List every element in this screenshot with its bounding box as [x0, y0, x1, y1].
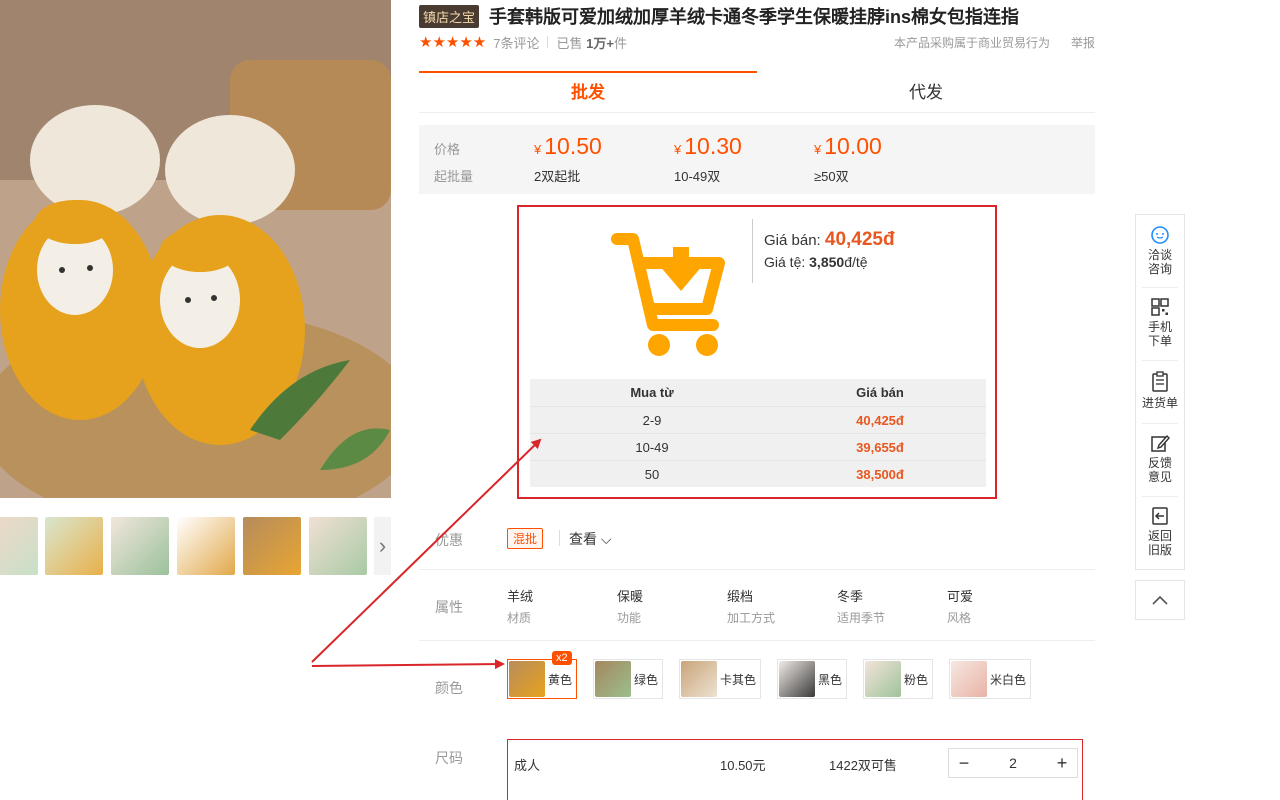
view-promo-link[interactable]: 查看 ⌵: [569, 529, 612, 549]
promo-label: 优惠: [435, 532, 463, 548]
thumbnail[interactable]: [243, 517, 301, 575]
cart-download-icon[interactable]: [611, 227, 726, 357]
back-icon: [1152, 507, 1168, 525]
attribute-item: 冬季 适用季节: [837, 589, 886, 625]
price-tier: ¥10.30 10-49双: [674, 133, 742, 184]
arrow-to-color-swatch: [311, 659, 505, 670]
title-row: 镇店之宝 手套韩版可爱加绒加厚羊绒卡通冬季学生保暖挂脖ins棉女包指连指: [419, 3, 1099, 29]
color-label: 颜色: [435, 680, 463, 696]
thumbnail[interactable]: [309, 517, 367, 575]
color-thumbnail: [865, 661, 901, 697]
size-label: 尺码: [435, 750, 463, 766]
tab-wholesale[interactable]: 批发: [419, 71, 757, 112]
attribute-item: 保暖 功能: [617, 589, 644, 625]
divider: [1142, 287, 1178, 288]
sidebar-item-feedback[interactable]: 反馈 意见: [1136, 433, 1184, 484]
increment-button[interactable]: +: [1047, 753, 1077, 774]
divider: [419, 569, 1095, 570]
color-option-khaki[interactable]: 卡其色: [679, 659, 762, 699]
color-thumbnail: [681, 661, 717, 697]
divider: [419, 640, 1095, 641]
product-title: 手套韩版可爱加绒加厚羊绒卡通冬季学生保暖挂脖ins棉女包指连指: [489, 7, 1020, 27]
thumbnail[interactable]: [111, 517, 169, 575]
color-thumbnail: [779, 661, 815, 697]
tier-price-table: Mua từ Giá bán 2-9 40,425đ 10-49 39,655đ…: [530, 379, 986, 487]
sidebar-item-mobile-order[interactable]: 手机 下单: [1136, 297, 1184, 348]
back-to-top-button[interactable]: [1135, 580, 1185, 620]
attribute-item: 羊绒 材质: [507, 589, 534, 625]
trade-note: 本产品采购属于商业贸易行为: [893, 35, 1050, 50]
chat-icon: [1151, 226, 1169, 244]
sold-count: 已售 1万+件: [556, 35, 627, 51]
rating-stars: ★★★★★: [419, 34, 487, 51]
color-thumbnail: [951, 661, 987, 697]
divider: [1142, 360, 1178, 361]
shop-tag: 镇店之宝: [419, 4, 480, 28]
decrement-button[interactable]: −: [949, 753, 979, 774]
thumbnail[interactable]: [177, 517, 235, 575]
thumbnail-strip: ›: [0, 517, 391, 577]
color-option-yellow[interactable]: 黄色: [507, 659, 578, 699]
clipboard-icon: [1152, 371, 1168, 392]
price-label: 价格: [434, 142, 461, 157]
color-option-pink[interactable]: 粉色: [863, 659, 934, 699]
sidebar-item-chat[interactable]: 洽谈 咨询: [1136, 225, 1184, 276]
price-box: 价格 起批量 ¥10.50 2双起批 ¥10.30 10-49双 ¥10.00 …: [419, 125, 1095, 194]
edit-icon: [1151, 434, 1170, 452]
color-option-ivory[interactable]: 米白色: [949, 659, 1032, 699]
quantity-value[interactable]: 2: [979, 755, 1047, 771]
side-toolbar: 洽谈 咨询 手机 下单 进货单 反馈 意见 返回 旧版: [1135, 214, 1185, 570]
color-option-green[interactable]: 绿色: [593, 659, 664, 699]
selected-count-badge: x2: [552, 651, 572, 665]
thumbnail[interactable]: [45, 517, 103, 575]
price-tier: ¥10.50 2双起批: [534, 133, 602, 184]
qr-icon: [1151, 298, 1169, 316]
size-stock: 1422双可售: [829, 758, 897, 773]
divider: [547, 36, 549, 48]
size-row: 成人 10.50元 1422双可售 − 2 +: [507, 739, 1083, 800]
size-name: 成人: [514, 758, 541, 773]
attribute-item: 可爱 风格: [947, 589, 974, 625]
mixed-batch-badge: 混批: [507, 528, 544, 549]
exchange-rate: Giá tệ: 3,850đ/tệ: [764, 254, 868, 270]
moq-label: 起批量: [434, 169, 474, 184]
attribute-item: 缎档 加工方式: [727, 589, 776, 625]
extension-price-panel: Giá bán: 40,425đ Giá tệ: 3,850đ/tệ Mua t…: [517, 205, 997, 499]
sidebar-item-old-version[interactable]: 返回 旧版: [1136, 506, 1184, 557]
chevron-up-icon: [1152, 595, 1168, 605]
sidebar-item-purchase-list[interactable]: 进货单: [1136, 371, 1184, 410]
review-count[interactable]: 7条评论: [493, 33, 539, 52]
attributes-label: 属性: [435, 599, 463, 615]
divider: [1142, 423, 1178, 424]
report-link[interactable]: 举报: [1071, 34, 1095, 51]
table-header: Mua từ Giá bán: [630, 385, 904, 400]
size-price: 10.50元: [720, 758, 766, 773]
color-thumbnail: [509, 661, 545, 697]
table-row: 2-9 40,425đ: [530, 406, 986, 433]
divider: [752, 219, 753, 283]
thumbnail-next-button[interactable]: ›: [374, 517, 391, 575]
purchase-tabs: 批发 代发: [419, 71, 1095, 113]
table-row: 10-49 39,655đ: [530, 433, 986, 460]
color-thumbnail: [595, 661, 631, 697]
divider: [559, 530, 560, 546]
quantity-stepper[interactable]: − 2 +: [948, 748, 1078, 778]
table-row: 50 38,500đ: [530, 460, 986, 487]
color-option-black[interactable]: 黑色: [777, 659, 848, 699]
thumbnail[interactable]: [0, 517, 38, 575]
meta-row: ★★★★★ 7条评论 已售 1万+件 本产品采购属于商业贸易行为 举报: [419, 33, 1095, 51]
divider: [1142, 496, 1178, 497]
tab-dropship[interactable]: 代发: [757, 71, 1095, 112]
main-product-image: [0, 0, 391, 498]
price-tier: ¥10.00 ≥50双: [814, 133, 882, 184]
sale-price: Giá bán: 40,425đ: [764, 229, 895, 250]
